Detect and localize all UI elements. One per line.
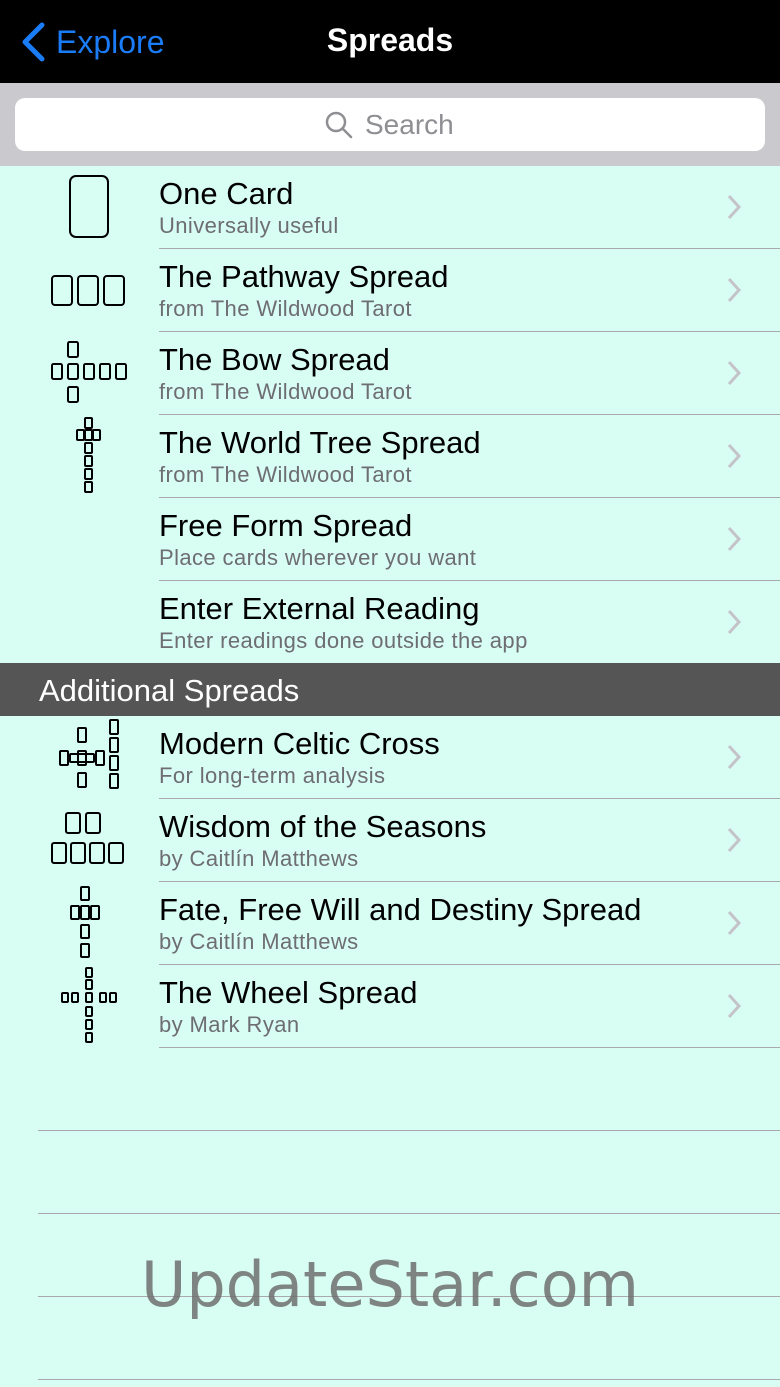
watermark: UpdateStar.com — [140, 1248, 640, 1321]
chevron-right-icon — [727, 827, 742, 853]
spread-title: Free Form Spread — [159, 508, 413, 543]
spread-title: Wisdom of the Seasons — [159, 809, 487, 844]
one-card-spread-icon — [40, 166, 138, 249]
navigation-bar: Explore Spreads — [0, 0, 780, 83]
spread-row-seasons[interactable]: Wisdom of the Seasons by Caitlín Matthew… — [0, 799, 780, 882]
fate-spread-icon — [40, 882, 138, 965]
spread-row-free-form[interactable]: Free Form Spread Place cards wherever yo… — [0, 498, 780, 581]
chevron-right-icon — [727, 443, 742, 469]
seasons-spread-icon — [40, 799, 138, 882]
chevron-right-icon — [727, 194, 742, 220]
spread-subtitle: by Caitlín Matthews — [159, 846, 359, 871]
spread-subtitle: from The Wildwood Tarot — [159, 379, 412, 404]
pathway-spread-icon — [40, 249, 138, 332]
spread-row-external-reading[interactable]: Enter External Reading Enter readings do… — [0, 581, 780, 664]
spread-title: The Bow Spread — [159, 342, 390, 377]
spread-subtitle: by Caitlín Matthews — [159, 929, 359, 954]
spread-subtitle: from The Wildwood Tarot — [159, 296, 412, 321]
chevron-right-icon — [727, 277, 742, 303]
spread-subtitle: from The Wildwood Tarot — [159, 462, 412, 487]
spread-row-world-tree[interactable]: The World Tree Spread from The Wildwood … — [0, 415, 780, 498]
section-header: Additional Spreads — [0, 663, 780, 716]
spread-subtitle: Universally useful — [159, 213, 339, 238]
chevron-right-icon — [727, 993, 742, 1019]
empty-row-separator — [38, 1130, 780, 1131]
empty-row-separator — [38, 1213, 780, 1214]
spread-title: The Wheel Spread — [159, 975, 418, 1010]
spread-title: Modern Celtic Cross — [159, 726, 440, 761]
section-header-label: Additional Spreads — [39, 673, 300, 708]
spread-title: Fate, Free Will and Destiny Spread — [159, 892, 642, 927]
chevron-right-icon — [727, 744, 742, 770]
spread-subtitle: For long-term analysis — [159, 763, 386, 788]
celtic-cross-spread-icon — [40, 716, 138, 799]
search-input[interactable] — [365, 108, 455, 141]
spread-title: The Pathway Spread — [159, 259, 449, 294]
spread-title: Enter External Reading — [159, 591, 480, 626]
search-field[interactable] — [15, 98, 765, 151]
search-bar — [0, 83, 780, 166]
chevron-right-icon — [727, 609, 742, 635]
spread-row-wheel[interactable]: The Wheel Spread by Mark Ryan — [0, 965, 780, 1048]
spread-row-fate[interactable]: Fate, Free Will and Destiny Spread by Ca… — [0, 882, 780, 965]
spread-row-bow[interactable]: The Bow Spread from The Wildwood Tarot — [0, 332, 780, 415]
chevron-right-icon — [727, 526, 742, 552]
spread-row-celtic-cross[interactable]: Modern Celtic Cross For long-term analys… — [0, 716, 780, 799]
wheel-spread-icon — [40, 965, 138, 1048]
spread-subtitle: by Mark Ryan — [159, 1012, 300, 1037]
spread-subtitle: Enter readings done outside the app — [159, 628, 528, 653]
chevron-right-icon — [727, 910, 742, 936]
spread-subtitle: Place cards wherever you want — [159, 545, 477, 570]
spread-title: One Card — [159, 176, 294, 211]
page-title: Spreads — [326, 22, 454, 58]
bow-spread-icon — [40, 332, 138, 415]
spread-title: The World Tree Spread — [159, 425, 481, 460]
world-tree-spread-icon — [40, 415, 138, 498]
chevron-right-icon — [727, 360, 742, 386]
row-separator — [159, 1047, 780, 1048]
spread-row-pathway[interactable]: The Pathway Spread from The Wildwood Tar… — [0, 249, 780, 332]
empty-row-separator — [38, 1379, 780, 1380]
search-icon — [325, 111, 353, 138]
spread-row-one-card[interactable]: One Card Universally useful — [0, 166, 780, 249]
